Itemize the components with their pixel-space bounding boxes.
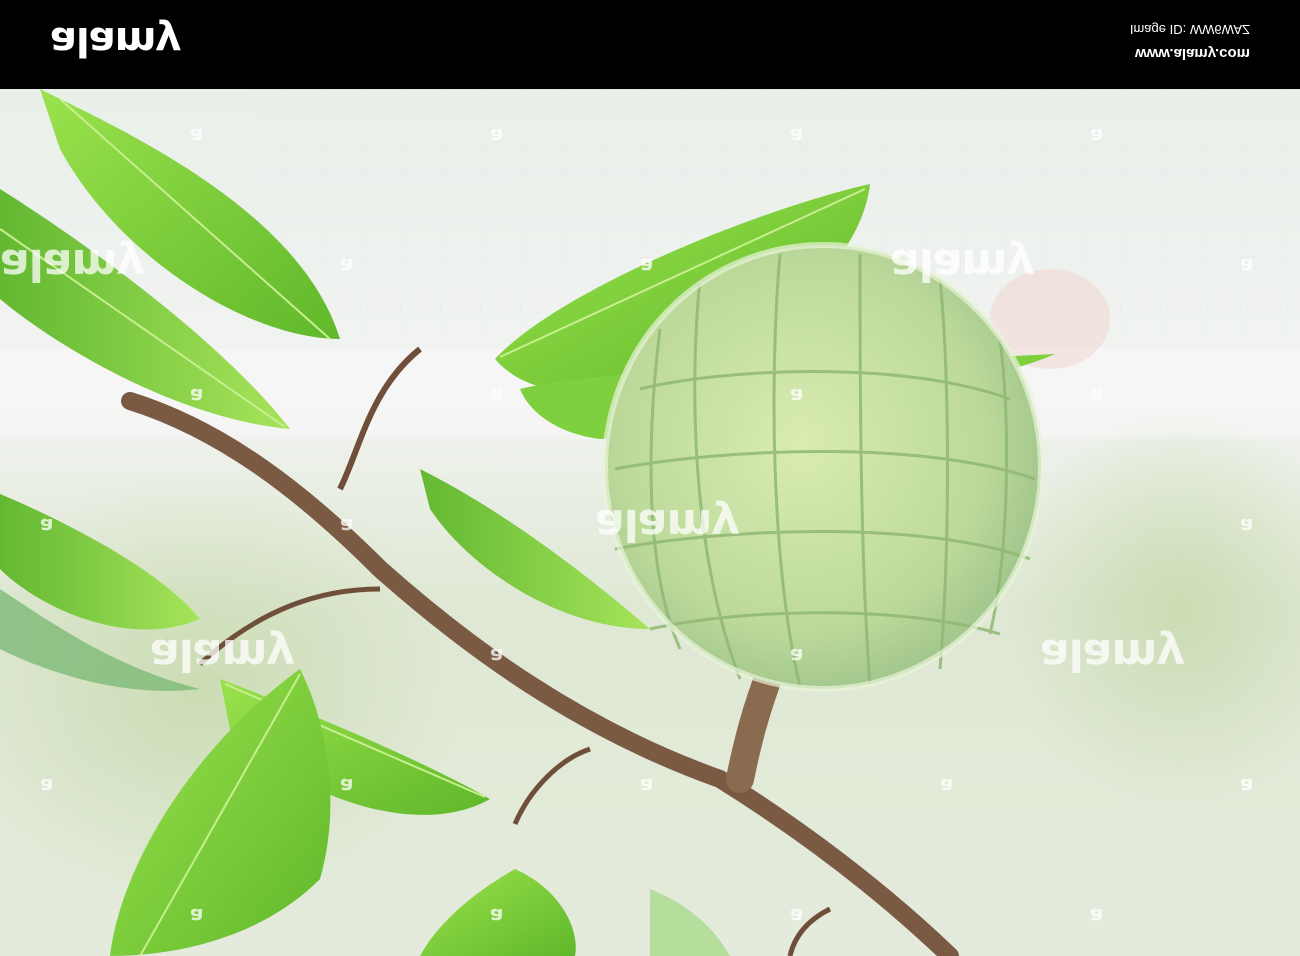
watermark-letter: a — [490, 904, 504, 928]
watermark-logo: alamy — [150, 629, 294, 680]
watermark-letter: a — [1090, 904, 1104, 928]
watermark-letter: a — [790, 644, 804, 668]
watermark-letter: a — [1240, 514, 1254, 538]
watermark-logo: alamy — [0, 239, 144, 290]
watermark-logo: alamy — [595, 499, 739, 550]
watermark-letter: a — [490, 384, 504, 408]
watermark-logo: alamy — [890, 239, 1034, 290]
watermark-letter: a — [190, 904, 204, 928]
watermark-letter: a — [40, 514, 54, 538]
watermark-letter: a — [1240, 774, 1254, 798]
image-id: Image ID: WW6WAZ — [1129, 22, 1250, 37]
watermark-letter: a — [1090, 124, 1104, 148]
image-meta: www.alamy.com Image ID: WW6WAZ — [1130, 22, 1250, 62]
watermark-letter: a — [340, 254, 354, 278]
watermark-letter: a — [790, 904, 804, 928]
watermark-letter: a — [790, 384, 804, 408]
watermark-letter: a — [490, 124, 504, 148]
watermark-letter: a — [40, 774, 54, 798]
watermark-logo: alamy — [1040, 629, 1184, 680]
watermark-letter: a — [340, 514, 354, 538]
watermark-letter: a — [340, 774, 354, 798]
watermark-letter: a — [640, 774, 654, 798]
watermark-letter: a — [640, 254, 654, 278]
watermark-letter: a — [190, 384, 204, 408]
watermark-letter: a — [790, 124, 804, 148]
site-url: www.alamy.com — [1134, 45, 1250, 62]
photo: a a a a alamy a a alamy a a a a a a a al… — [0, 89, 1300, 956]
top-bar: alamy www.alamy.com Image ID: WW6WAZ — [0, 0, 1300, 89]
watermark-letter: a — [190, 124, 204, 148]
watermark-letter: a — [940, 774, 954, 798]
watermark-letter: a — [1240, 254, 1254, 278]
watermark-letter: a — [1090, 384, 1104, 408]
watermark-letter: a — [490, 644, 504, 668]
alamy-logo: alamy — [50, 18, 181, 64]
